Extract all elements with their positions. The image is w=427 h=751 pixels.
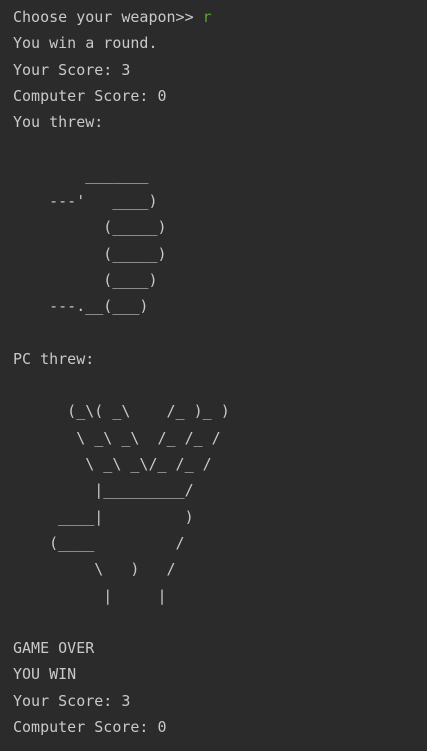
rock-ascii-art: _______ ---' ____) (_____) (_____) (____…	[49, 165, 167, 316]
player-score: Your Score: 3	[13, 60, 131, 79]
game-over-text: GAME OVER	[13, 639, 95, 658]
winner-text: YOU WIN	[13, 665, 77, 684]
scissors-ascii-art: (_\( _\ /_ )_ ) \ _\ _\ /_ /_ / \ _\ _\/…	[49, 402, 230, 605]
final-player-score: Your Score: 3	[13, 691, 131, 710]
you-threw-label: You threw:	[13, 113, 104, 132]
pc-threw-label: PC threw:	[13, 349, 95, 368]
prompt-text: Choose your weapon>>	[13, 8, 203, 26]
user-input-text: r	[202, 8, 212, 26]
final-computer-score: Computer Score: 0	[13, 718, 167, 737]
round-result: You win a round.	[13, 34, 158, 53]
computer-score: Computer Score: 0	[13, 86, 167, 105]
prompt-line: Choose your weapon>> r	[13, 4, 427, 30]
terminal-output[interactable]: Choose your weapon>> r You win a round. …	[0, 0, 427, 751]
